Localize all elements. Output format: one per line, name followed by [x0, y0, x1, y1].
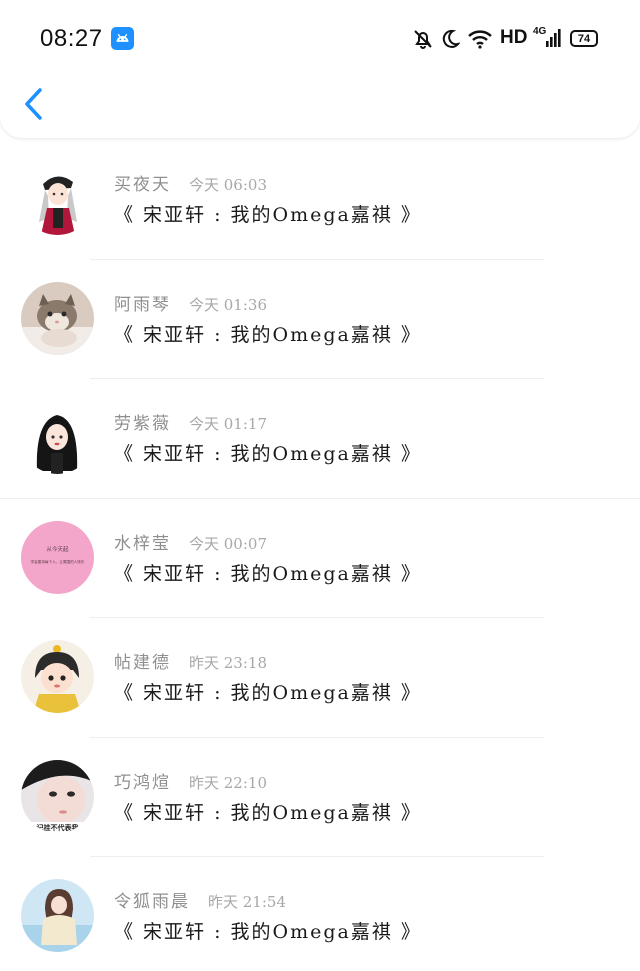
- message-list: 买夜天 今天 06:03 《 宋亚轩 : 我的Omega嘉祺 》 阿雨琴 今天 01…: [0, 140, 640, 971]
- chevron-left-icon: [25, 88, 42, 120]
- sender-name: 水梓莹: [114, 533, 171, 554]
- app-notification-icon: [111, 27, 134, 50]
- sender-name: 买夜天: [114, 175, 171, 195]
- message-text: 《 宋亚轩 : 我的Omega嘉祺 》: [114, 323, 422, 346]
- message-text: 《 宋亚轩 : 我的Omega嘉祺 》: [114, 562, 422, 585]
- message-time: 今天 06:03: [189, 176, 267, 194]
- sender-name: 巧鸿煊: [114, 772, 171, 793]
- avatar[interactable]: [21, 640, 94, 713]
- message-time: 今天 00:07: [189, 534, 267, 553]
- cell-signal-icon: [546, 29, 561, 47]
- sender-name: 帖建德: [114, 653, 171, 673]
- avatar[interactable]: [21, 401, 94, 474]
- header: 08:27 HD 4G 74: [0, 0, 640, 138]
- back-button[interactable]: [20, 84, 50, 124]
- list-item[interactable]: 帖建德 昨天 23:18 《 宋亚轩 : 我的Omega嘉祺 》: [0, 618, 640, 738]
- status-bar: 08:27 HD 4G 74: [0, 0, 640, 78]
- battery-indicator: 74: [570, 30, 598, 47]
- list-item[interactable]: 劳紫薇 今天 01:17 《 宋亚轩 : 我的Omega嘉祺 》: [0, 379, 640, 499]
- avatar-caption: 从今天起: [46, 545, 69, 553]
- message-time: 今天 01:17: [189, 415, 267, 433]
- sender-name: 阿雨琴: [114, 294, 171, 315]
- message-text: 《 宋亚轩 : 我的Omega嘉祺 》: [114, 801, 422, 824]
- avatar[interactable]: 从今天起 学会善待每个人，让周围的人快乐: [21, 520, 94, 594]
- sender-name: 劳紫薇: [114, 414, 171, 434]
- list-item[interactable]: 阿雨琴 今天 01:36 《 宋亚轩 : 我的Omega嘉祺 》: [0, 260, 640, 379]
- list-item[interactable]: 记挂不代表我 巧鸿煊 昨天 22:10 《 宋亚轩 : 我的Omega嘉祺 》: [0, 738, 640, 857]
- wifi-icon: [468, 30, 492, 49]
- list-item[interactable]: 令狐雨晨 昨天 21:54 《 宋亚轩 : 我的Omega嘉祺 》: [0, 857, 640, 971]
- avatar-caption: 学会善待每个人，让周围的人快乐: [31, 559, 85, 564]
- message-text: 《 宋亚轩 : 我的Omega嘉祺 》: [114, 204, 422, 226]
- network-hd-label: HD: [500, 27, 528, 48]
- avatar[interactable]: [21, 879, 94, 952]
- list-item[interactable]: 从今天起 学会善待每个人，让周围的人快乐 水梓莹 今天 00:07 《 宋亚轩 :…: [0, 499, 640, 618]
- avatar-caption: 记挂不代表我: [37, 823, 79, 832]
- avatar[interactable]: [21, 281, 94, 355]
- bell-muted-icon: [414, 30, 432, 49]
- sender-name: 令狐雨晨: [114, 892, 190, 912]
- message-text: 《 宋亚轩 : 我的Omega嘉祺 》: [114, 921, 422, 943]
- message-text: 《 宋亚轩 : 我的Omega嘉祺 》: [114, 682, 422, 704]
- status-time: 08:27: [40, 25, 103, 52]
- message-time: 昨天 23:18: [189, 654, 267, 672]
- avatar[interactable]: 记挂不代表我: [21, 759, 94, 833]
- message-time: 昨天 22:10: [189, 773, 267, 792]
- message-time: 昨天 21:54: [208, 893, 286, 911]
- message-time: 今天 01:36: [189, 295, 267, 314]
- message-text: 《 宋亚轩 : 我的Omega嘉祺 》: [114, 443, 422, 465]
- avatar[interactable]: [21, 162, 94, 235]
- list-item[interactable]: 买夜天 今天 06:03 《 宋亚轩 : 我的Omega嘉祺 》: [0, 140, 640, 260]
- moon-icon: [442, 29, 460, 48]
